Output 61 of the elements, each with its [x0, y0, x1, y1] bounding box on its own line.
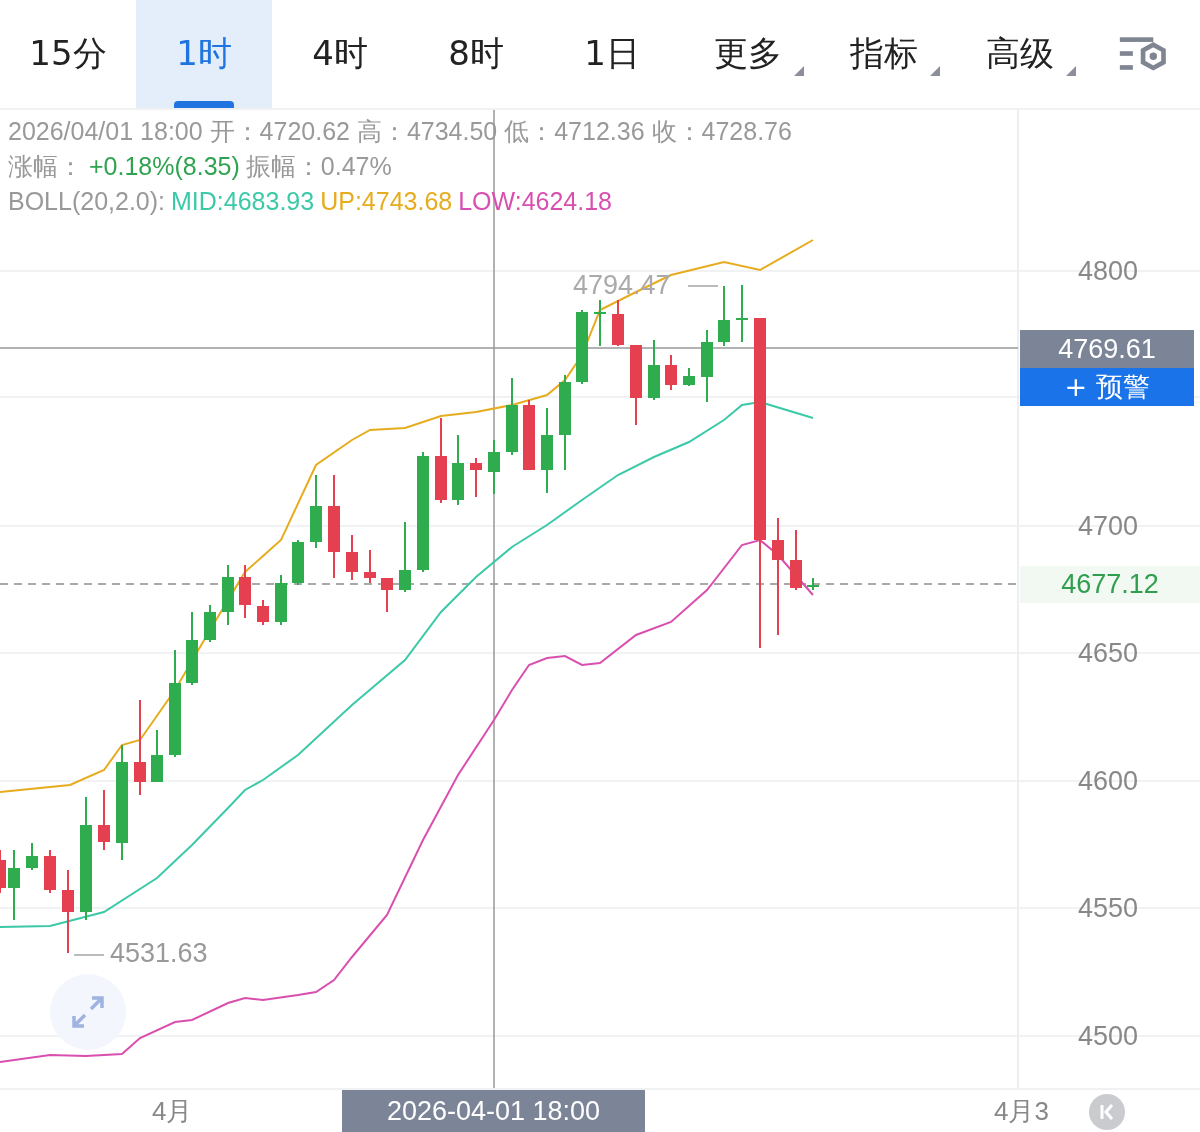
- scroll-to-latest-icon[interactable]: [1089, 1094, 1125, 1130]
- candlestick: [44, 849, 56, 894]
- candlestick: [594, 299, 606, 347]
- timeframe-tab[interactable]: 4时: [272, 0, 408, 108]
- candlestick: [275, 574, 287, 626]
- candlestick: [683, 367, 695, 387]
- timeframe-tab[interactable]: 更多: [680, 0, 816, 108]
- candlestick: [8, 849, 20, 921]
- candlestick: [612, 299, 624, 347]
- boll-label: BOLL(20,2.0):: [8, 186, 166, 217]
- time-axis-label: 4月3: [994, 1095, 1049, 1128]
- price-axis-label: 4600: [1076, 765, 1140, 798]
- candlestick: [364, 549, 376, 584]
- candlestick: [26, 842, 38, 871]
- candlestick: [452, 434, 464, 506]
- price-axis-label: 4500: [1076, 1020, 1140, 1053]
- last-price-label: 4677.12: [1020, 566, 1200, 603]
- price-axis-label: 4650: [1076, 637, 1140, 670]
- boll-value: UP:4743.68: [320, 186, 453, 217]
- timeframe-tab[interactable]: 15分: [0, 0, 136, 108]
- candlestick: [718, 285, 730, 347]
- candlestick: [523, 399, 535, 471]
- leader-line: [73, 954, 105, 956]
- timeframe-tab[interactable]: 指标: [816, 0, 952, 108]
- timeframe-tab[interactable]: 8时: [408, 0, 544, 108]
- candlestick: [292, 539, 304, 586]
- candlestick: [399, 521, 411, 593]
- candlestick: [381, 577, 393, 613]
- change-value: +0.18%(8.35): [89, 151, 240, 182]
- candlestick: [790, 529, 802, 591]
- candlestick: [346, 534, 358, 581]
- candlestick: [204, 604, 216, 643]
- price-axis-label: 4700: [1076, 510, 1140, 543]
- tab-indicator: [174, 101, 234, 108]
- candlestick: [470, 457, 482, 498]
- candlestick: [665, 354, 677, 391]
- candlestick: [257, 599, 269, 626]
- candlestick: [807, 577, 819, 591]
- candlestick: [222, 564, 234, 626]
- alert-button[interactable]: + 预警: [1020, 368, 1194, 406]
- amplitude-text: 振幅：0.47%: [245, 151, 392, 182]
- time-axis-label: 4月: [152, 1095, 193, 1128]
- candlestick: [151, 729, 163, 782]
- candlestick: [736, 284, 748, 343]
- candlestick: [488, 439, 500, 495]
- candlestick: [648, 339, 660, 401]
- boll-value: LOW:4624.18: [458, 186, 613, 217]
- low-price-label: 4531.63: [110, 938, 208, 969]
- candlestick: [239, 564, 251, 619]
- candlestick: [0, 849, 6, 894]
- change-label: 涨幅：: [8, 151, 83, 182]
- crosshair-price-label: 4769.61: [1020, 330, 1194, 368]
- timeframe-tab[interactable]: 1日: [544, 0, 680, 108]
- crosshair-time-label: 2026-04-01 18:00: [342, 1090, 645, 1132]
- timeframe-tab[interactable]: 1时: [136, 0, 272, 108]
- price-axis-label: 4550: [1076, 892, 1140, 925]
- price-axis-label: 4800: [1076, 255, 1140, 288]
- timeframe-tab[interactable]: 高级: [952, 0, 1088, 108]
- boll-value: MID:4683.93: [171, 186, 315, 217]
- leader-line: [687, 285, 719, 287]
- candlestick: [98, 789, 110, 851]
